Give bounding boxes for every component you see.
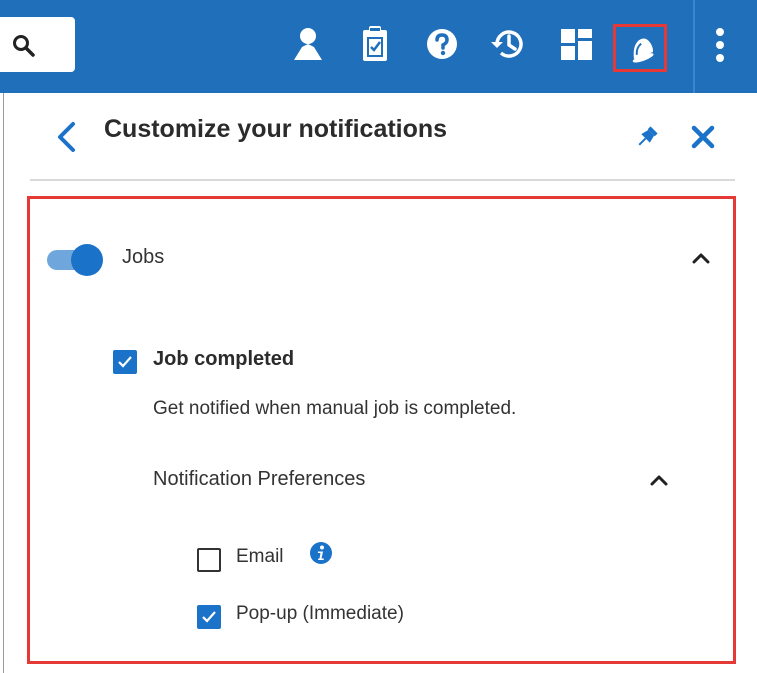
- chevron-up-icon: [650, 475, 668, 486]
- user-icon: [294, 28, 322, 60]
- preferences-collapse-button[interactable]: [648, 472, 670, 493]
- checkmark-icon: [118, 356, 132, 368]
- dashboard-icon: [561, 29, 592, 60]
- dashboard-button[interactable]: [559, 26, 601, 68]
- close-icon: [691, 125, 715, 149]
- toolbar-divider: [693, 0, 695, 93]
- more-vertical-icon: [716, 28, 724, 62]
- info-icon: [310, 542, 332, 564]
- clipboard-check-icon: [363, 26, 387, 61]
- chevron-left-icon: [58, 122, 75, 152]
- history-icon: [491, 30, 523, 58]
- back-button[interactable]: [55, 121, 79, 158]
- search-button[interactable]: [0, 17, 75, 72]
- email-checkbox[interactable]: [197, 548, 221, 572]
- search-icon: [13, 35, 35, 57]
- pin-icon: [638, 126, 658, 146]
- pin-button[interactable]: [634, 124, 660, 155]
- job-completed-checkbox[interactable]: [113, 350, 137, 374]
- section-label-jobs: Jobs: [122, 246, 165, 268]
- panel-left-border: [3, 93, 4, 673]
- job-completed-description: Get notified when manual job is complete…: [153, 398, 517, 419]
- jobs-collapse-button[interactable]: [690, 250, 712, 271]
- job-completed-label: Job completed: [153, 348, 295, 370]
- panel-title: Customize your notifications: [104, 115, 448, 143]
- popup-checkbox[interactable]: [197, 605, 221, 629]
- tasks-button[interactable]: [362, 26, 404, 68]
- checkmark-icon: [202, 611, 216, 623]
- user-button[interactable]: [290, 26, 332, 68]
- notification-preferences-heading: Notification Preferences: [153, 468, 366, 490]
- bell-icon: [632, 38, 654, 63]
- history-button[interactable]: [489, 26, 531, 68]
- header-divider: [30, 179, 735, 181]
- jobs-toggle[interactable]: [47, 242, 107, 276]
- toggle-knob: [71, 244, 103, 276]
- popup-label: Pop-up (Immediate): [236, 603, 404, 624]
- help-button[interactable]: [424, 26, 466, 68]
- notifications-button[interactable]: [613, 24, 667, 72]
- close-button[interactable]: [690, 124, 716, 155]
- help-icon: [427, 29, 457, 59]
- more-menu-button[interactable]: [710, 26, 730, 71]
- email-label: Email: [236, 546, 284, 567]
- top-app-bar: [0, 0, 757, 93]
- email-info-button[interactable]: [309, 541, 333, 570]
- chevron-up-icon: [692, 253, 710, 264]
